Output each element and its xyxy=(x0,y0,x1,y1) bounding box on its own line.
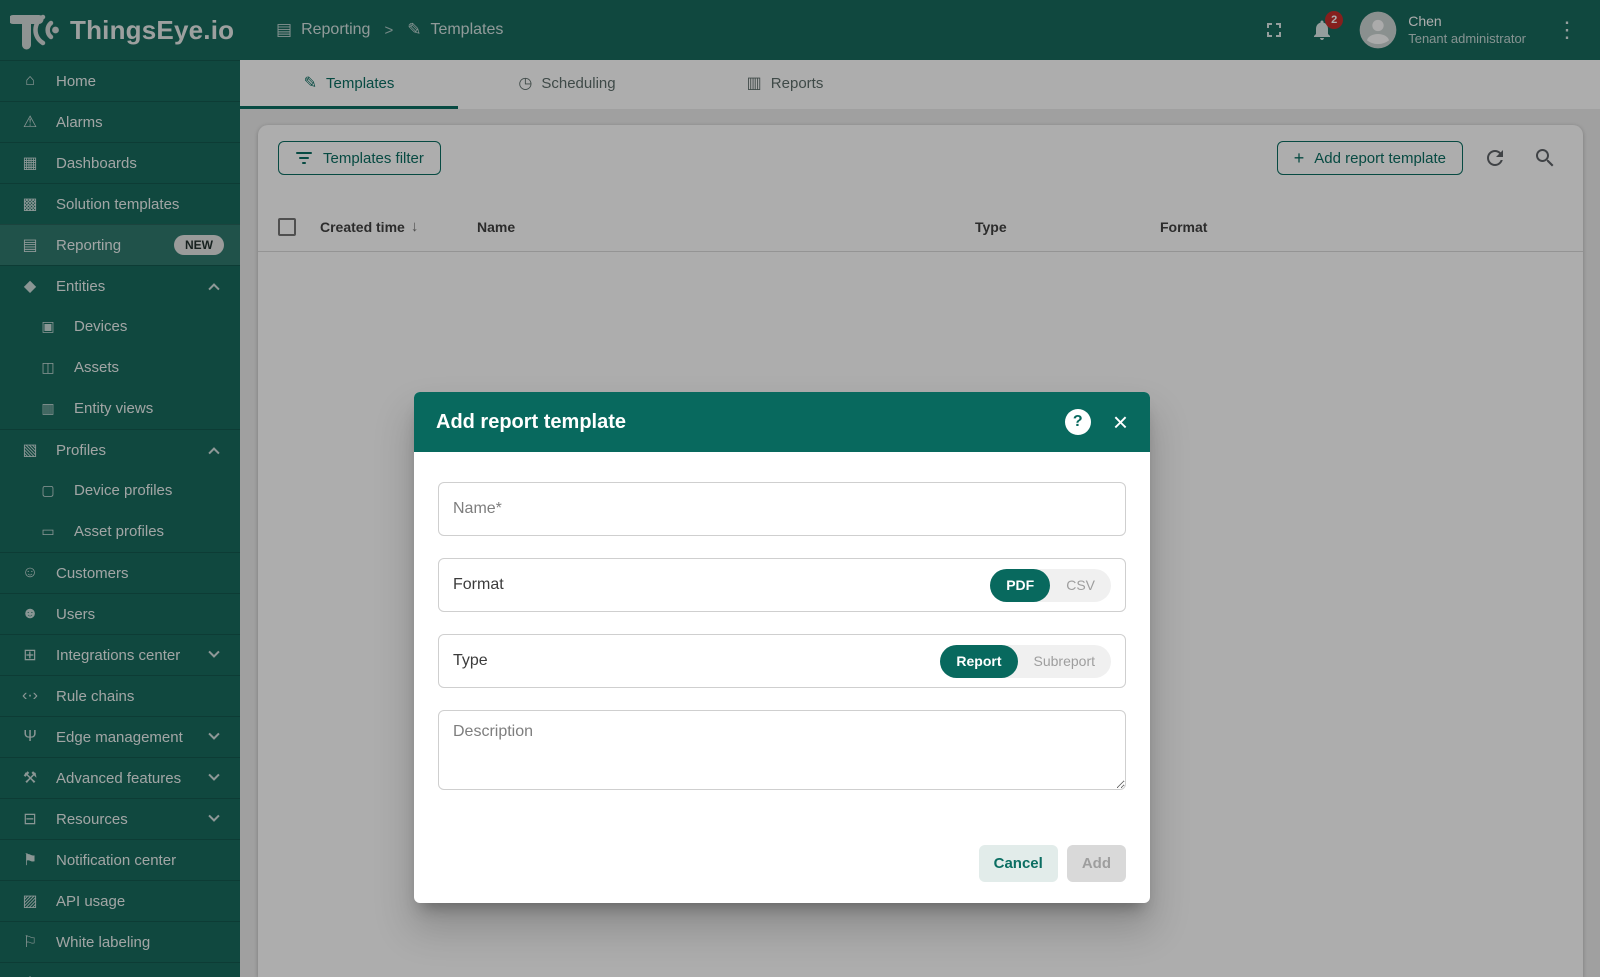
add-button[interactable]: Add xyxy=(1067,845,1126,882)
name-field-wrap xyxy=(438,482,1126,536)
description-textarea[interactable] xyxy=(438,710,1126,790)
type-label: Type xyxy=(453,652,488,670)
add-report-template-dialog: Add report template ? × Format PDF CSV T… xyxy=(414,392,1150,903)
dialog-body: Format PDF CSV Type Report Subreport xyxy=(414,452,1150,795)
format-option-csv[interactable]: CSV xyxy=(1050,569,1111,602)
dialog-footer: Cancel Add xyxy=(414,845,1150,882)
help-icon: ? xyxy=(1073,413,1083,431)
format-field: Format PDF CSV xyxy=(438,558,1126,612)
format-label: Format xyxy=(453,576,504,594)
type-option-subreport[interactable]: Subreport xyxy=(1018,645,1111,678)
name-input[interactable] xyxy=(453,500,1111,518)
close-button[interactable]: × xyxy=(1113,409,1128,435)
type-option-report[interactable]: Report xyxy=(940,645,1017,678)
format-option-pdf[interactable]: PDF xyxy=(990,569,1050,602)
cancel-button[interactable]: Cancel xyxy=(979,845,1058,882)
dialog-header: Add report template ? × xyxy=(414,392,1150,452)
type-toggle: Report Subreport xyxy=(940,645,1111,678)
dialog-title: Add report template xyxy=(436,411,626,434)
type-field: Type Report Subreport xyxy=(438,634,1126,688)
help-button[interactable]: ? xyxy=(1065,409,1091,435)
close-icon: × xyxy=(1113,407,1128,437)
format-toggle: PDF CSV xyxy=(990,569,1111,602)
